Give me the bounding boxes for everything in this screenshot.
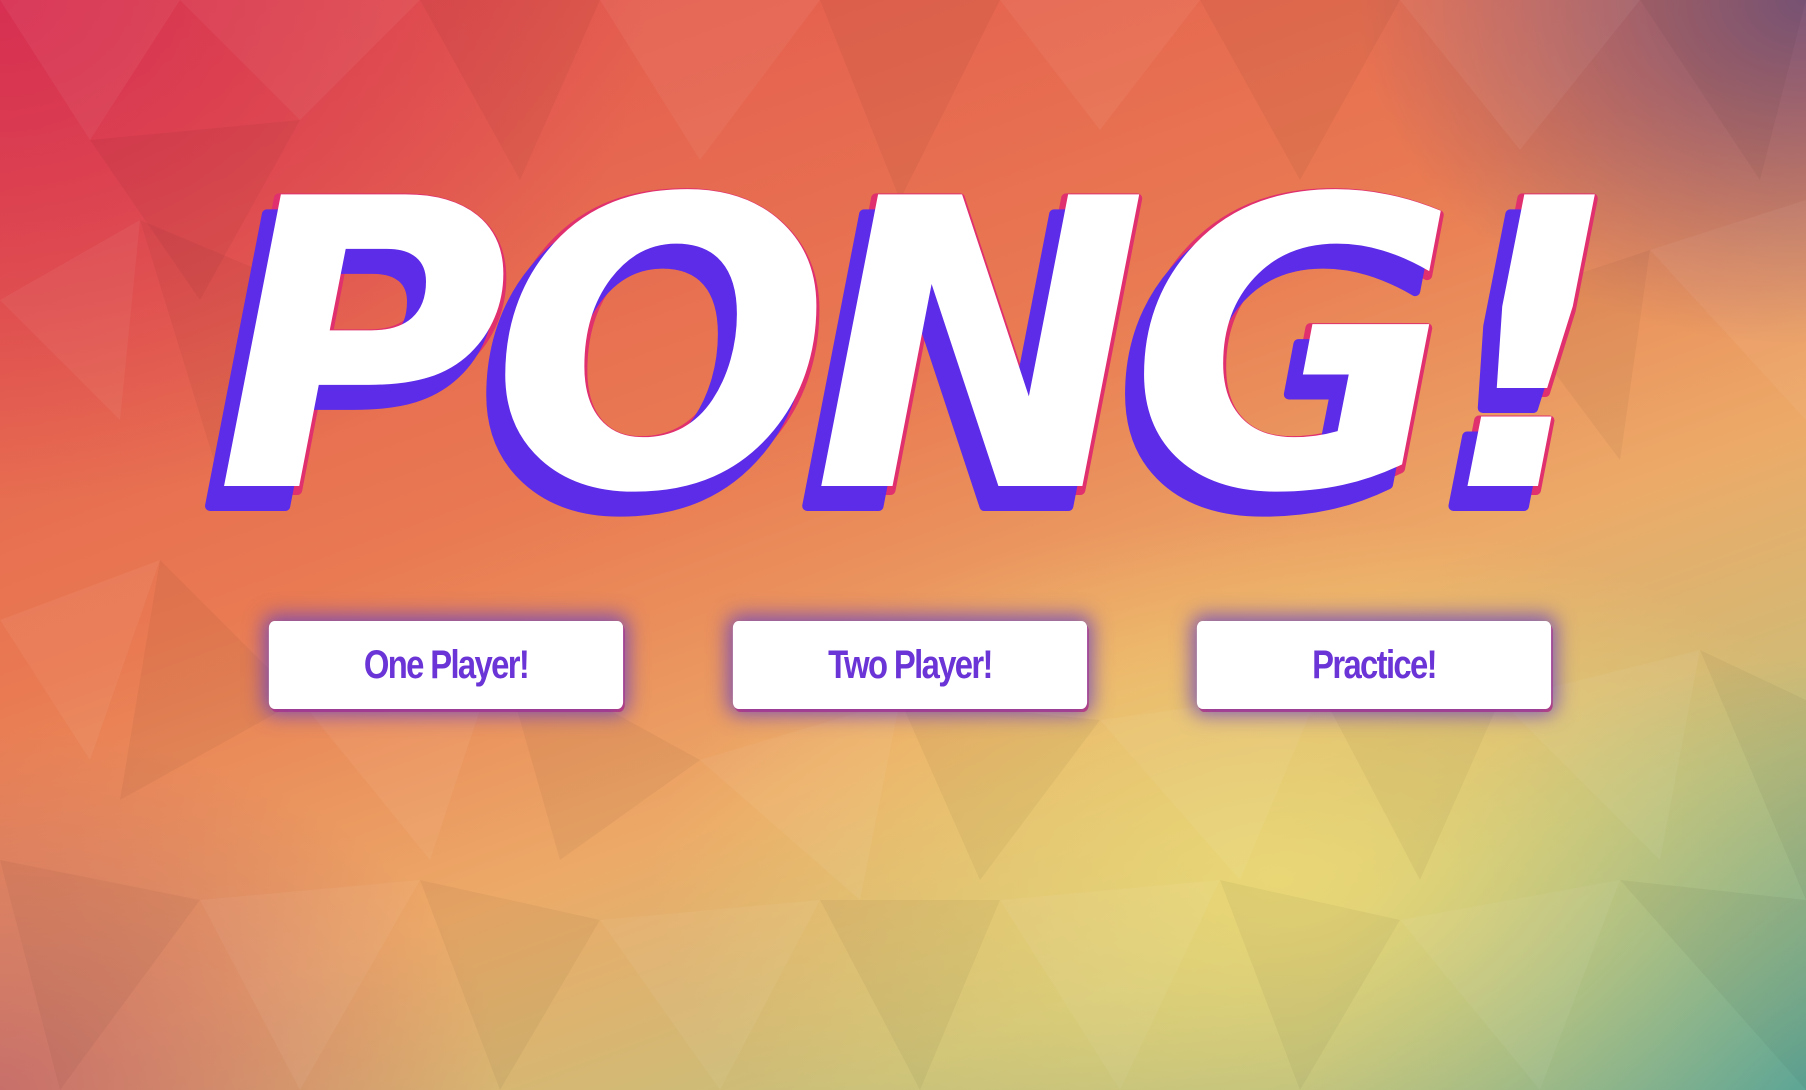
main-menu: One Player! Two Player! Practice! <box>230 621 1590 711</box>
two-player-label: Two Player! <box>828 642 993 687</box>
practice-button[interactable]: Practice! <box>1196 621 1552 709</box>
one-player-label: One Player! <box>363 642 530 687</box>
game-title-graphic: PONG! PONG! PONG! <box>197 120 1626 540</box>
two-player-button[interactable]: Two Player! <box>732 621 1088 709</box>
practice-label: Practice! <box>1312 642 1437 687</box>
one-player-button[interactable]: One Player! <box>268 621 624 709</box>
title-main: PONG! <box>216 120 1605 540</box>
game-title: PONG! PONG! PONG! <box>0 120 1806 540</box>
